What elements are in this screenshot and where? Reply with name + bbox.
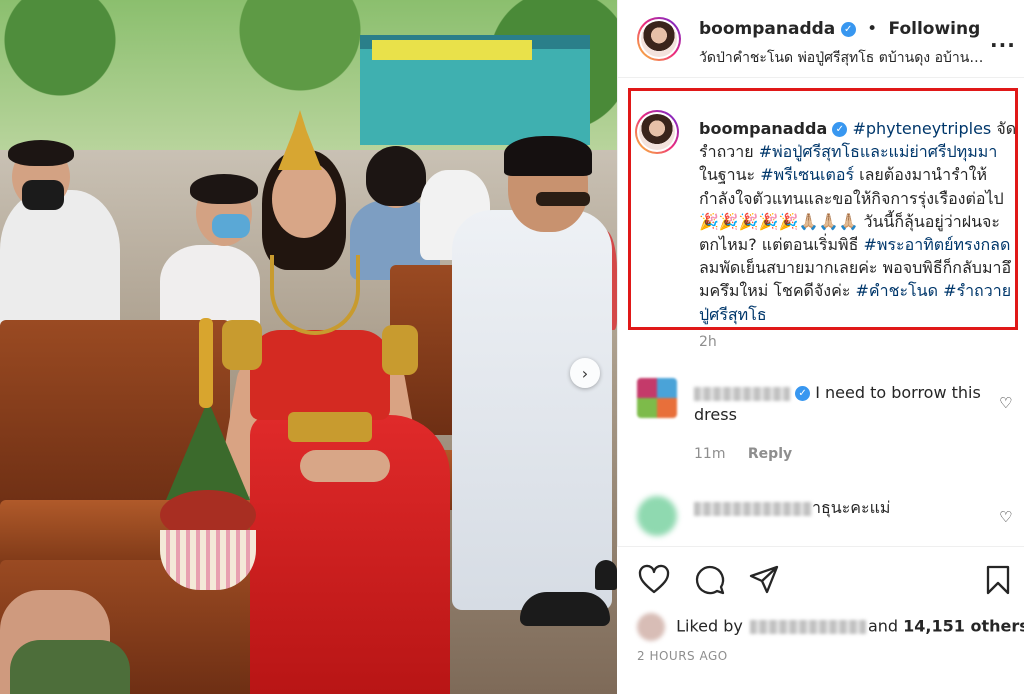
liker-avatar[interactable] [637, 613, 665, 641]
header-dot-separator: • [867, 19, 878, 39]
liker-username-blurred[interactable] [749, 620, 866, 634]
carousel-next-button[interactable]: › [570, 358, 600, 388]
liked-by-prefix: Liked by [676, 616, 743, 636]
caption-hashtag-link[interactable]: #พรีเซนเตอร์ [760, 165, 854, 184]
post-timestamp[interactable]: 2 HOURS AGO [637, 649, 728, 663]
bookmark-icon[interactable] [982, 564, 1014, 596]
guest-sleeve-foreground [10, 640, 130, 694]
red-bodice [250, 330, 390, 420]
post-photo: › [0, 0, 617, 694]
caption-hashtag-link[interactable]: #พ่อปู่ศรีสุทโธและแม่ย่าศรีปทุมมา [759, 142, 998, 161]
gold-shoulder-right [382, 325, 418, 375]
man-hair [504, 136, 592, 176]
caption-hashtag-link[interactable]: #คำชะโนด [856, 281, 938, 300]
verified-badge-icon: ✓ [840, 21, 856, 37]
likes-summary: Liked by and 14,151 others [637, 613, 1024, 641]
guest-mask-blue-hair [190, 174, 258, 204]
post-actions-bar: Liked by and 14,151 others 2 HOURS AGO [617, 546, 1024, 694]
comment-2-body: าธุนะคะแม่ [812, 498, 891, 517]
header-user-line: boompanadda ✓ • Following [699, 19, 980, 39]
verified-badge-icon: ✓ [832, 122, 848, 137]
comment-1-meta: 11m Reply [694, 446, 792, 462]
man-white-suit [452, 210, 612, 610]
likes-others-link[interactable]: 14,151 others [903, 617, 1024, 636]
man-shoe-right [595, 560, 617, 590]
comment-2: าธุนะคะแม่ ♡ [617, 494, 1024, 544]
caption-username[interactable]: boompanadda [699, 119, 827, 138]
comment-1-username-blurred[interactable] [694, 386, 790, 401]
woman-hands [300, 450, 390, 482]
liked-by-and: and [867, 616, 899, 636]
gold-belt [288, 412, 372, 442]
man-shoe-left [520, 592, 610, 626]
offering-candle [199, 318, 213, 408]
comment-1-heart-icon[interactable]: ♡ [999, 394, 1012, 412]
guest-left-hair [8, 140, 74, 166]
comment-1: ✓ I need to borrow this dress ♡ 11m Repl… [617, 376, 1024, 476]
heart-icon[interactable] [638, 564, 670, 596]
man-glasses [536, 192, 590, 206]
post-header: boompanadda ✓ • Following วัดป่าคำชะโนด … [618, 0, 1024, 78]
caption-body: #phyteneytriples จัดรำถวาย #พ่อปู่ศรีสุท… [699, 119, 1016, 324]
guest-blue-mask [212, 214, 250, 238]
comment-2-heart-icon[interactable]: ♡ [999, 508, 1012, 526]
comment-bubble-icon[interactable] [694, 564, 726, 596]
author-username[interactable]: boompanadda [699, 19, 835, 39]
caption-text: ในฐานะ [699, 165, 761, 185]
comment-1-time: 11m [694, 446, 726, 462]
guest-left [0, 190, 120, 340]
more-options-icon[interactable]: ... [990, 28, 1016, 52]
verified-badge-icon: ✓ [795, 386, 811, 401]
caption-author-avatar[interactable] [635, 110, 679, 154]
post-location[interactable]: วัดป่าคำชะโนด พ่อปู่ศรีสุทโธ ตบ้านดุง อบ… [699, 47, 989, 69]
guest-denim-hair [366, 146, 426, 206]
background-shop-sign [372, 40, 532, 60]
caption-time: 2h [699, 334, 717, 350]
guest-left-mask [22, 180, 64, 210]
woman-head [272, 160, 336, 238]
comment-2-text: าธุนะคะแม่ [694, 497, 984, 519]
caption-hashtag-link[interactable]: #phyteneytriples [852, 119, 991, 138]
following-button[interactable]: Following [889, 19, 981, 39]
caption-hashtag-link[interactable]: #พระอาทิตย์ทรงกลด [863, 235, 1010, 254]
gold-shoulder-left [222, 320, 262, 370]
chevron-right-icon: › [581, 363, 589, 383]
author-avatar[interactable] [637, 17, 681, 61]
comment-1-text: ✓ I need to borrow this dress [694, 382, 984, 426]
post-caption: boompanadda ✓ #phyteneytriples จัดรำถวาย… [699, 117, 1017, 326]
comment-2-avatar[interactable] [637, 496, 677, 536]
comment-1-reply-button[interactable]: Reply [748, 446, 792, 462]
paper-plane-icon[interactable] [748, 564, 780, 596]
comment-1-avatar[interactable] [637, 378, 677, 418]
comment-2-username-blurred[interactable] [694, 501, 812, 516]
